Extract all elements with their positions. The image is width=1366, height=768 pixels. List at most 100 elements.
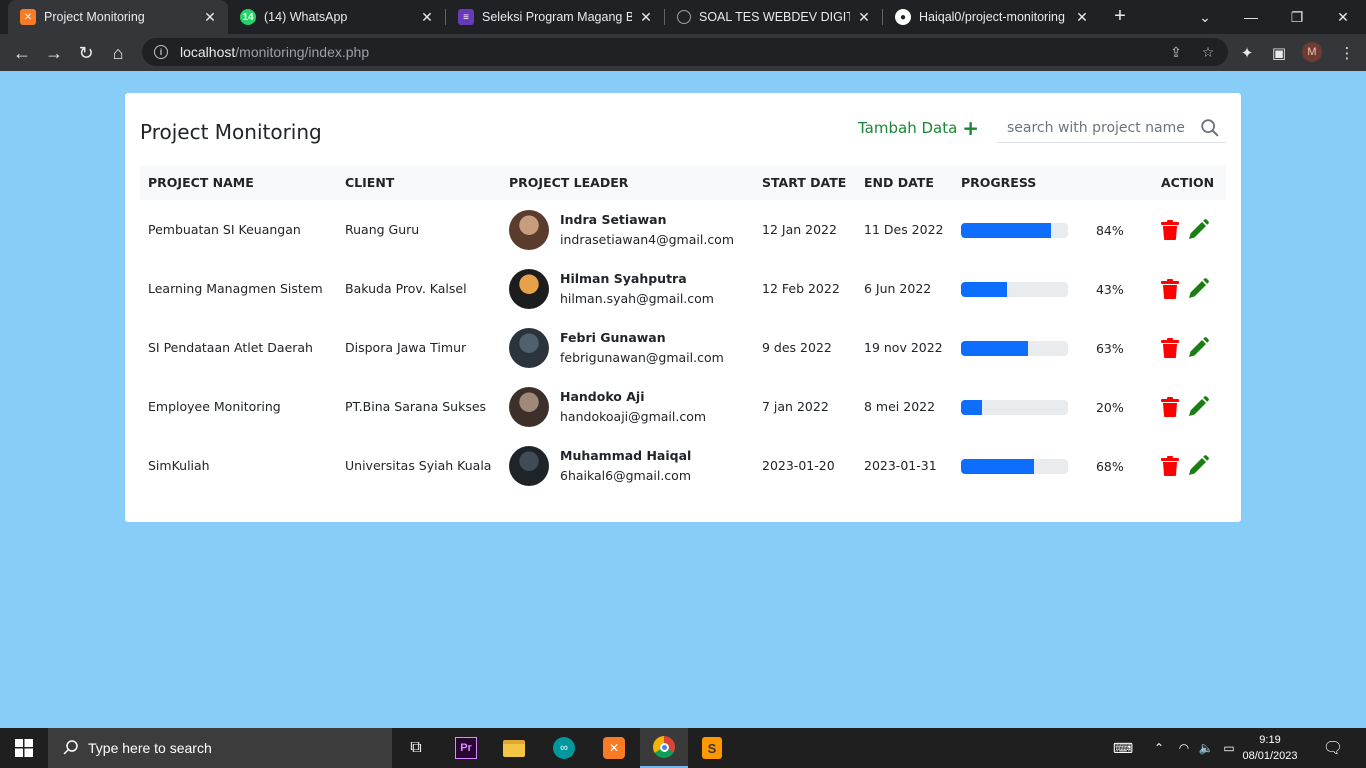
project-name-cell: SI Pendataan Atlet Daerah: [148, 340, 313, 355]
search-icon[interactable]: [1199, 117, 1221, 139]
leader-name: Handoko Aji: [560, 389, 645, 404]
clock-date: 08/01/2023: [1242, 750, 1298, 762]
close-window-button[interactable]: ✕: [1320, 0, 1366, 34]
end-date-cell: 11 Des 2022: [864, 222, 944, 237]
site-info-icon[interactable]: i: [154, 45, 168, 59]
trash-icon[interactable]: [1161, 455, 1179, 476]
xampp-icon[interactable]: ✕: [590, 728, 638, 768]
tab-title: Project Monitoring: [44, 10, 145, 24]
action-cell: [1153, 259, 1226, 318]
table-row: Employee Monitoring PT.Bina Sarana Sukse…: [140, 377, 1226, 436]
url-host: localhost: [180, 44, 236, 60]
trash-icon[interactable]: [1161, 337, 1179, 358]
forward-button[interactable]: →: [41, 40, 67, 66]
whatsapp-icon: 14: [240, 9, 256, 25]
show-hidden-icons-icon[interactable]: ⌃: [1148, 728, 1170, 768]
home-button[interactable]: ⌂: [105, 40, 131, 66]
xampp-icon: ✕: [20, 9, 36, 25]
column-header: PROGRESS: [961, 175, 1037, 190]
system-clock[interactable]: 9:19 08/01/2023: [1240, 732, 1300, 764]
column-header: END DATE: [864, 175, 934, 190]
client-cell: Dispora Jawa Timur: [345, 340, 467, 355]
search-input[interactable]: [997, 119, 1193, 136]
pencil-icon[interactable]: [1187, 277, 1209, 300]
leader-email: indrasetiawan4@gmail.com: [560, 232, 735, 247]
reload-button[interactable]: ↻: [73, 40, 99, 66]
maximize-button[interactable]: ❐: [1274, 0, 1320, 34]
globe-icon: [677, 10, 691, 24]
close-icon[interactable]: ✕: [638, 9, 654, 26]
bookmark-star-icon[interactable]: ☆: [1196, 38, 1220, 66]
avatar: [509, 268, 549, 309]
leader-email: febrigunawan@gmail.com: [560, 350, 724, 365]
close-icon[interactable]: ✕: [419, 9, 435, 26]
volume-icon[interactable]: 🔈: [1196, 728, 1216, 768]
add-data-button[interactable]: Tambah Data +: [858, 118, 979, 138]
network-icon[interactable]: ◠: [1174, 728, 1194, 768]
start-button[interactable]: [0, 728, 48, 768]
progress-cell: 84%: [953, 200, 1153, 259]
trash-icon[interactable]: [1161, 278, 1179, 299]
forms-icon: ≡: [458, 9, 474, 25]
client-cell: Bakuda Prov. Kalsel: [345, 281, 467, 296]
premiere-pro-icon[interactable]: Pr: [442, 728, 490, 768]
project-leader-cell: Indra Setiawan indrasetiawan4@gmail.com: [501, 200, 754, 259]
close-icon[interactable]: ✕: [1074, 9, 1090, 26]
tab-soal-tes[interactable]: SOAL TES WEBDEV DIGITALIZ ✕: [665, 0, 882, 34]
start-date-cell: 12 Feb 2022: [762, 281, 840, 296]
pencil-icon[interactable]: [1187, 218, 1209, 241]
new-tab-button[interactable]: +: [1109, 5, 1131, 27]
tab-seleksi-magang[interactable]: ≡ Seleksi Program Magang Ber ✕: [446, 0, 664, 34]
project-card: Project Monitoring Tambah Data + PROJECT…: [125, 93, 1241, 522]
sublime-text-icon[interactable]: S: [688, 728, 736, 768]
menu-icon[interactable]: ⋮: [1334, 40, 1360, 66]
profile-avatar[interactable]: M: [1302, 42, 1322, 62]
browser-toolbar: ← → ↻ ⌂ i localhost/monitoring/index.php…: [0, 34, 1366, 71]
avatar: [509, 386, 549, 427]
tab-whatsapp[interactable]: 14 (14) WhatsApp ✕: [228, 0, 445, 34]
taskbar-search[interactable]: Type here to search: [48, 728, 392, 768]
battery-icon[interactable]: ▭: [1218, 728, 1240, 768]
progress-percent: 68%: [1095, 458, 1124, 474]
tab-search-icon[interactable]: ⌄: [1182, 0, 1228, 34]
browser-tab-bar: ✕ Project Monitoring ✕ 14 (14) WhatsApp …: [0, 0, 1366, 34]
tab-project-monitoring[interactable]: ✕ Project Monitoring ✕: [8, 0, 228, 34]
pencil-icon[interactable]: [1187, 395, 1209, 418]
pencil-icon[interactable]: [1187, 336, 1209, 359]
minimize-button[interactable]: —: [1228, 0, 1274, 34]
back-button[interactable]: ←: [9, 40, 35, 66]
trash-icon[interactable]: [1161, 219, 1179, 240]
windows-logo-icon: [15, 739, 33, 757]
pencil-icon[interactable]: [1187, 454, 1209, 477]
tab-title: (14) WhatsApp: [264, 10, 348, 24]
address-bar[interactable]: i localhost/monitoring/index.php ⇪ ☆: [142, 38, 1228, 66]
task-view-icon[interactable]: ⧉: [392, 728, 440, 768]
add-data-label: Tambah Data: [858, 119, 958, 137]
end-date-cell: 6 Jun 2022: [864, 281, 932, 296]
progress-fill: [961, 281, 1007, 297]
trash-icon[interactable]: [1161, 396, 1179, 417]
chrome-icon[interactable]: [640, 728, 688, 768]
leader-name: Indra Setiawan: [560, 212, 667, 227]
tab-github[interactable]: ● Haiqal0/project-monitoring ✕: [883, 0, 1100, 34]
end-date-cell: 8 mei 2022: [864, 399, 936, 414]
close-icon[interactable]: ✕: [856, 9, 872, 26]
tab-title: Haiqal0/project-monitoring: [919, 10, 1065, 24]
table-row: Learning Managmen Sistem Bakuda Prov. Ka…: [140, 259, 1226, 318]
avatar: [509, 327, 549, 368]
extensions-icon[interactable]: ✦: [1234, 40, 1260, 66]
file-explorer-icon[interactable]: [490, 728, 538, 768]
keyboard-icon[interactable]: ⌨: [1108, 728, 1138, 768]
side-panel-icon[interactable]: ▣: [1266, 40, 1292, 66]
notification-icon[interactable]: 🗨: [1318, 728, 1348, 768]
share-icon[interactable]: ⇪: [1164, 38, 1188, 66]
progress-bar: [961, 399, 1068, 415]
close-icon[interactable]: ✕: [202, 9, 218, 26]
arduino-icon[interactable]: ∞: [540, 728, 588, 768]
url-path: /monitoring/index.php: [235, 44, 370, 60]
windows-taskbar: Type here to search ⧉ Pr ∞ ✕ S ⌨ ⌃ ◠ 🔈 ▭…: [0, 728, 1366, 768]
table-row: SimKuliah Universitas Syiah Kuala Muhamm…: [140, 436, 1226, 495]
progress-bar: [961, 222, 1068, 238]
github-icon: ●: [895, 9, 911, 25]
progress-percent: 63%: [1095, 340, 1124, 356]
